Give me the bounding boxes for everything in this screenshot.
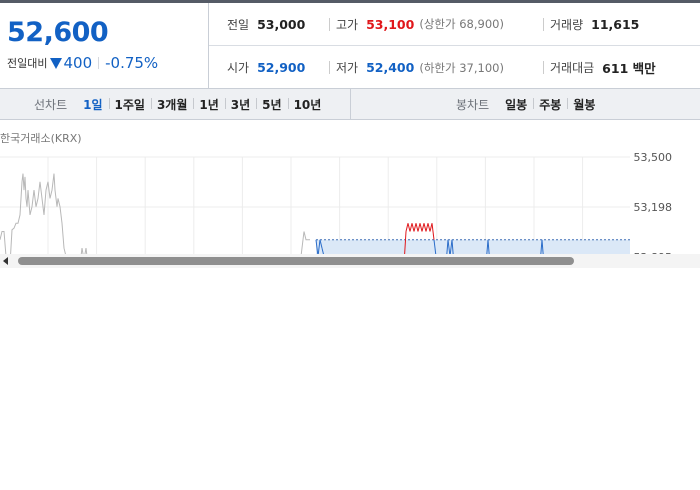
tab-1day[interactable]: 1일 [77, 96, 108, 113]
change-rate: -0.75% [105, 54, 159, 72]
today-line-up [413, 223, 417, 232]
lower-limit: (하한가 37,100) [419, 60, 504, 75]
today-line-up [405, 223, 409, 232]
current-price: 52,600 [7, 17, 109, 48]
stock-summary: 52,600 전일대비 400 -0.75% 전일 53,000 고가 53,1… [0, 3, 700, 89]
y-tick-label: 53,198 [634, 201, 673, 214]
today-line-up [407, 223, 411, 232]
today-line-up [431, 223, 435, 240]
stats-grid: 전일 53,000 고가 53,100 (상한가 68,900) 거래량 11,… [209, 3, 700, 89]
chart-toolbar: 선차트 1일 1주일 3개월 1년 3년 5년 10년 봉차트 일봉 주봉 월봉 [0, 89, 700, 120]
tab-1week[interactable]: 1주일 [108, 96, 151, 113]
change-label: 전일대비 [7, 57, 48, 70]
y-tick-label: 53,500 [634, 151, 673, 164]
change-amount: 400 [63, 54, 93, 72]
today-line-up [411, 223, 415, 232]
chart-series [0, 173, 630, 255]
prev-close: 전일 53,000 [227, 16, 306, 32]
tab-daily-candle[interactable]: 일봉 [499, 96, 533, 113]
tab-3month[interactable]: 3개월 [150, 96, 193, 113]
trade-amount: 거래대금 611 백만 [543, 58, 656, 77]
tab-5year[interactable]: 5년 [256, 96, 287, 113]
line-chart-tabs: 선차트 1일 1주일 3개월 1년 3년 5년 10년 [34, 89, 327, 120]
tab-monthly-candle[interactable]: 월봉 [567, 96, 601, 113]
chart-canvas: 53,50053,19852,895 [0, 151, 673, 255]
divider [98, 57, 100, 69]
scroll-thumb[interactable] [18, 257, 574, 265]
chart-scrollbar[interactable] [0, 254, 700, 268]
low-price: 저가 52,400 (하한가 37,100) [329, 59, 504, 76]
toolbar-divider [350, 89, 351, 120]
open-price: 시가 52,900 [227, 60, 306, 75]
down-triangle-icon [50, 57, 63, 69]
today-line-up [421, 223, 425, 232]
tab-10year[interactable]: 10년 [287, 96, 328, 113]
tab-1year[interactable]: 1년 [193, 96, 224, 113]
high-price: 고가 53,100 (상한가 68,900) [329, 16, 504, 33]
price-chart: 한국거래소(KRX) 53,50053,19852,895 [0, 120, 700, 255]
today-line-up [417, 223, 421, 232]
chart-y-ticks: 53,50053,19852,895 [634, 151, 673, 255]
volume: 거래량 11,615 [543, 16, 639, 33]
upper-limit: (상한가 68,900) [419, 17, 504, 31]
reference-fill [316, 239, 630, 255]
candle-chart-tabs: 봉차트 일봉 주봉 월봉 [456, 89, 601, 120]
tab-weekly-candle[interactable]: 주봉 [533, 96, 567, 113]
today-line-up [409, 223, 413, 232]
today-line-up [415, 223, 419, 232]
tab-3year[interactable]: 3년 [224, 96, 256, 113]
today-line-up [427, 223, 431, 232]
price-box: 52,600 전일대비 400 -0.75% [0, 3, 209, 89]
stats-row-1: 전일 53,000 고가 53,100 (상한가 68,900) 거래량 11,… [209, 3, 700, 46]
today-line-up [419, 223, 423, 232]
change-row: 전일대비 400 -0.75% [7, 54, 158, 72]
prior-day-line [0, 173, 310, 255]
stats-row-2: 시가 52,900 저가 52,400 (하한가 37,100) 거래대금 61… [209, 46, 700, 89]
candle-chart-title: 봉차트 [456, 98, 490, 112]
today-line-up [423, 223, 427, 232]
today-line-up [425, 223, 429, 232]
line-chart-title: 선차트 [34, 98, 68, 112]
scroll-left-arrow-icon[interactable] [3, 257, 8, 265]
